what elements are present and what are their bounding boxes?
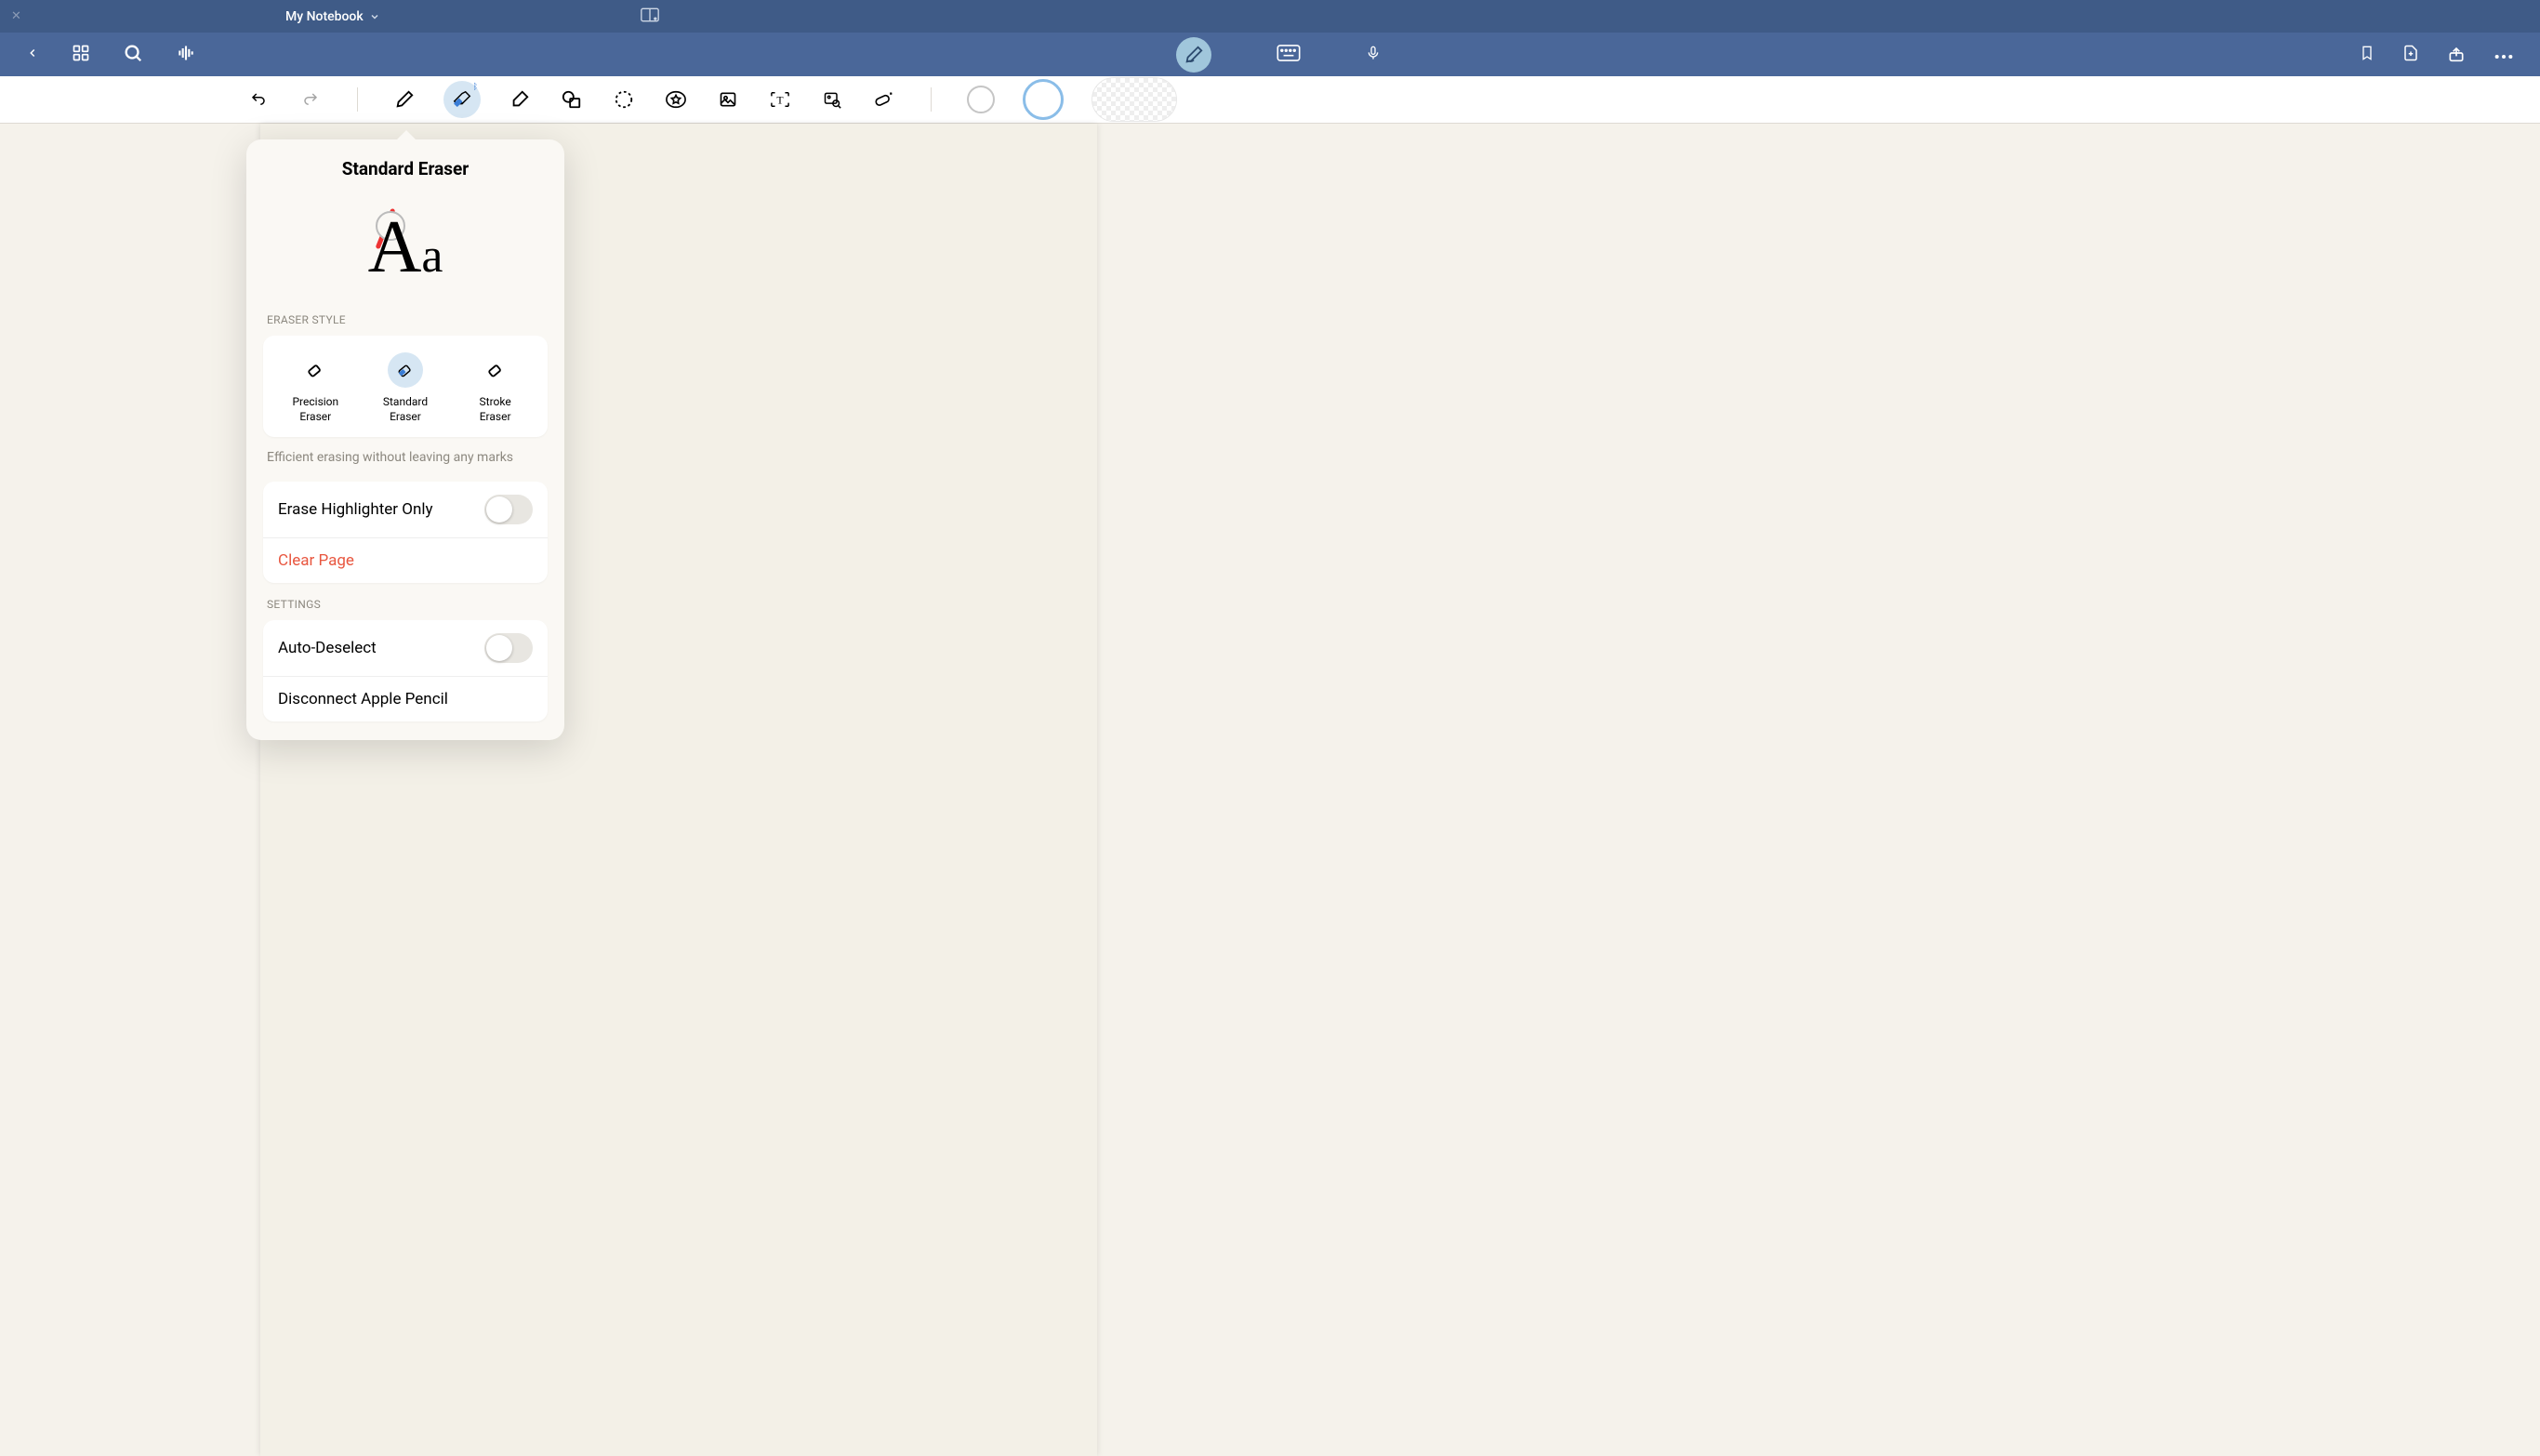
close-button[interactable]: ✕ [11,12,20,21]
precision-eraser-option[interactable]: PrecisionEraser [276,352,355,424]
stroke-eraser-label: StrokeEraser [480,395,511,424]
stroke-eraser-option[interactable]: StrokeEraser [456,352,535,424]
search-button[interactable] [123,43,143,67]
auto-deselect-label: Auto-Deselect [278,639,377,657]
microphone-button[interactable] [1366,43,1381,67]
standard-eraser-label: StandardEraser [383,395,428,424]
shape-tool-button[interactable] [559,86,585,113]
auto-deselect-toggle[interactable] [484,633,533,663]
precision-eraser-label: PrecisionEraser [292,395,338,424]
undo-button[interactable] [245,86,271,113]
audio-waveform-button[interactable] [176,44,196,66]
disconnect-pencil-label: Disconnect Apple Pencil [278,690,448,708]
image-tool-button[interactable] [715,86,741,113]
settings-card: Auto-Deselect Disconnect Apple Pencil [263,620,548,721]
eraser-popover: Standard Eraser Aa ERASER STYLE Precisio… [246,139,564,740]
eraser-options-card: Erase Highlighter Only Clear Page [263,482,548,583]
redo-button[interactable] [298,86,324,113]
clear-page-button[interactable]: Clear Page [263,537,548,583]
settings-label: SETTINGS [267,598,548,611]
add-page-button[interactable] [2402,43,2419,67]
color-swatch-blue[interactable] [1023,79,1064,120]
erase-highlighter-toggle[interactable] [484,495,533,524]
eraser-style-group: PrecisionEraser StandardEraser StrokeEra… [263,336,548,437]
erase-highlighter-label: Erase Highlighter Only [278,500,433,519]
eraser-style-label: ERASER STYLE [267,313,548,326]
pen-mode-button[interactable] [1176,37,1211,73]
color-swatch-transparent[interactable] [1091,77,1177,122]
eraser-tool-button[interactable]: ᛒ [443,81,481,118]
erase-highlighter-row: Erase Highlighter Only [263,482,548,537]
notebook-selector[interactable]: My Notebook [285,9,380,24]
standard-eraser-option[interactable]: StandardEraser [365,352,444,424]
highlighter-tool-button[interactable] [507,86,533,113]
share-button[interactable] [2447,43,2466,67]
popover-title: Standard Eraser [263,158,548,179]
grid-button[interactable] [72,44,90,66]
lasso-tool-button[interactable] [611,86,637,113]
clear-page-label: Clear Page [278,551,354,570]
svg-text:T: T [776,94,784,107]
chevron-down-icon [369,11,380,22]
favorites-tool-button[interactable] [663,86,689,113]
pen-tool-button[interactable] [391,86,417,113]
bookmark-button[interactable] [2360,43,2375,67]
eraser-description: Efficient erasing without leaving any ma… [267,450,544,465]
back-button[interactable] [26,44,39,66]
color-swatch-none[interactable] [967,86,995,113]
auto-deselect-row: Auto-Deselect [263,620,548,676]
eraser-preview: Aa [263,196,548,298]
text-tool-button[interactable]: T [767,86,793,113]
notebook-title: My Notebook [285,9,364,24]
search-image-tool-button[interactable] [819,86,845,113]
titlebar: ✕ My Notebook [0,0,2540,33]
tool-toolbar: ᛒ T [0,76,2540,124]
more-button[interactable] [2494,46,2514,63]
header-toolbar [0,33,2540,76]
keyboard-button[interactable] [1277,45,1301,65]
tape-tool-button[interactable] [871,86,897,113]
split-view-button[interactable] [641,7,659,26]
disconnect-pencil-button[interactable]: Disconnect Apple Pencil [263,676,548,721]
bluetooth-icon: ᛒ [473,83,478,92]
